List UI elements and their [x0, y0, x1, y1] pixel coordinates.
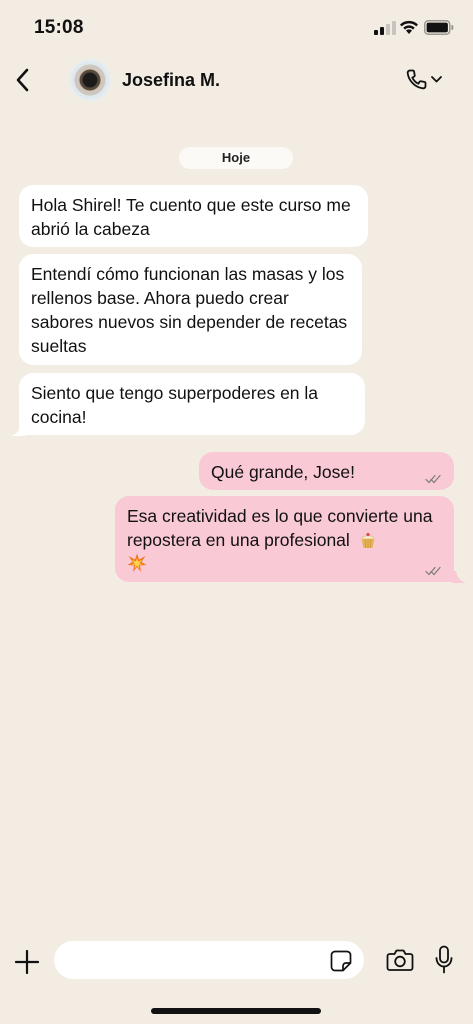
outgoing-bubble-tail [452, 571, 466, 583]
contact-avatar[interactable] [71, 61, 109, 99]
battery-icon [424, 20, 454, 35]
read-receipt-icon [425, 566, 441, 576]
microphone-icon[interactable] [434, 945, 454, 975]
incoming-message[interactable]: Hola Shirel! Te cuento que este curso me… [19, 185, 368, 247]
read-receipt-icon [425, 474, 441, 484]
phone-call-icon[interactable] [404, 66, 446, 94]
chat-header: Josefina M. [0, 56, 473, 106]
outgoing-message[interactable]: Esa creatividad es lo que convierte una … [115, 496, 454, 582]
collision-emoji [127, 553, 147, 572]
incoming-bubble-tail [11, 424, 25, 436]
incoming-message[interactable]: Siento que tengo superpoderes en la coci… [19, 373, 365, 435]
message-input[interactable] [54, 941, 364, 979]
incoming-message[interactable]: Entendí cómo funcionan las masas y los r… [19, 254, 362, 365]
camera-icon[interactable] [386, 948, 414, 972]
message-text: Siento que tengo superpoderes en la coci… [31, 383, 319, 427]
chat-screen: 15:08 Josefina M. Hoje Hola Shirel! Te c… [0, 0, 473, 1024]
back-chevron-icon[interactable] [12, 66, 34, 94]
status-time: 15:08 [34, 17, 84, 38]
cellular-signal-icon [374, 21, 396, 35]
message-text: Entendí cómo funcionan las masas y los r… [31, 264, 348, 356]
cupcake-emoji [361, 532, 375, 549]
message-text: Hola Shirel! Te cuento que este curso me… [31, 195, 351, 239]
date-separator: Hoje [179, 147, 293, 169]
contact-name[interactable]: Josefina M. [122, 70, 220, 91]
message-text: Qué grande, Jose! [211, 462, 355, 482]
outgoing-message[interactable]: Qué grande, Jose! [199, 452, 454, 490]
home-indicator[interactable] [151, 1008, 321, 1014]
message-text: Esa creatividad es lo que convierte una … [127, 506, 433, 550]
sticker-icon[interactable] [330, 950, 352, 972]
wifi-icon [400, 20, 418, 34]
plus-icon[interactable] [14, 949, 40, 975]
message-composer [0, 936, 473, 986]
status-bar: 15:08 [0, 0, 473, 56]
